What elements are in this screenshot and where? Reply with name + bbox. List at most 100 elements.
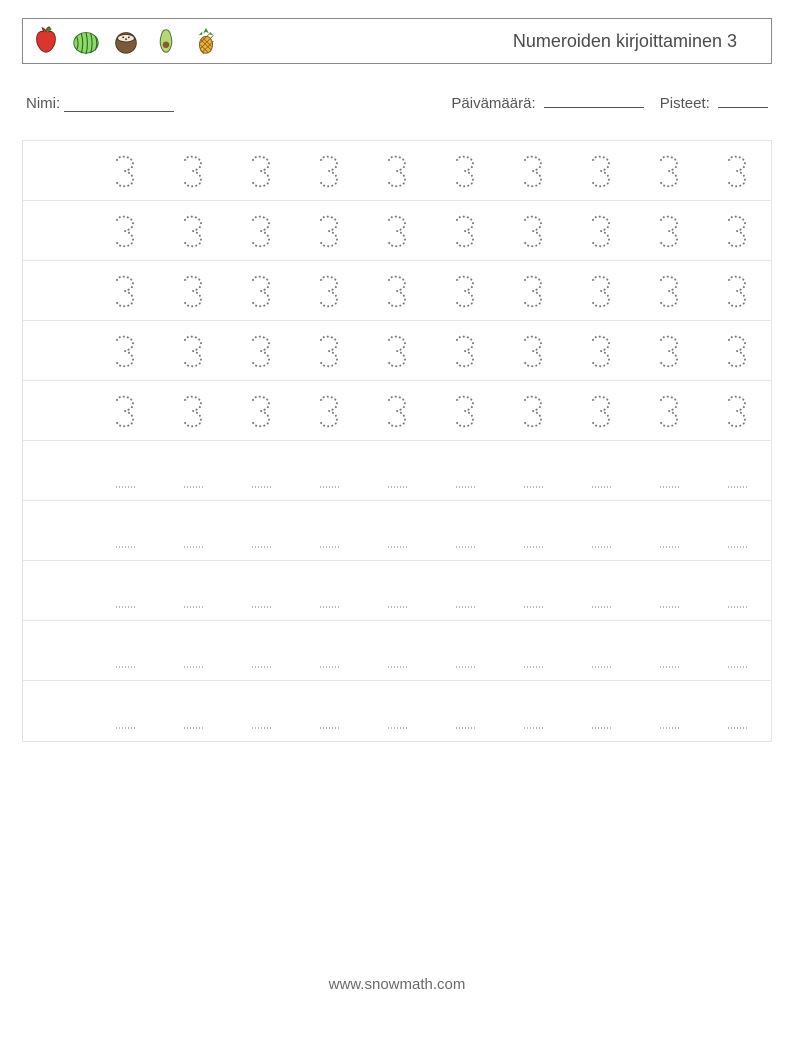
- grid-cell[interactable]: [431, 261, 499, 320]
- grid-cell[interactable]: [703, 381, 771, 440]
- grid-cell[interactable]: [567, 141, 635, 200]
- grid-cell[interactable]: [499, 621, 567, 680]
- grid-cell[interactable]: [567, 681, 635, 741]
- grid-cell[interactable]: [295, 561, 363, 620]
- grid-cell[interactable]: [227, 621, 295, 680]
- score-blank[interactable]: [718, 94, 768, 108]
- grid-cell[interactable]: [431, 381, 499, 440]
- grid-cell[interactable]: [295, 381, 363, 440]
- grid-cell[interactable]: [703, 141, 771, 200]
- grid-cell[interactable]: [567, 441, 635, 500]
- grid-cell[interactable]: [363, 321, 431, 380]
- grid-cell[interactable]: [159, 201, 227, 260]
- grid-cell[interactable]: [295, 201, 363, 260]
- grid-cell[interactable]: [499, 681, 567, 741]
- grid-cell[interactable]: [91, 381, 159, 440]
- grid-cell[interactable]: [227, 141, 295, 200]
- grid-cell[interactable]: [295, 501, 363, 560]
- grid-cell[interactable]: [363, 201, 431, 260]
- grid-cell[interactable]: [635, 381, 703, 440]
- grid-cell[interactable]: [295, 321, 363, 380]
- grid-cell[interactable]: [363, 621, 431, 680]
- grid-cell[interactable]: [363, 501, 431, 560]
- grid-cell[interactable]: [431, 321, 499, 380]
- grid-cell[interactable]: [567, 621, 635, 680]
- grid-cell[interactable]: [159, 441, 227, 500]
- grid-cell[interactable]: [431, 561, 499, 620]
- name-blank[interactable]: [64, 98, 174, 112]
- grid-cell[interactable]: [159, 681, 227, 741]
- grid-cell[interactable]: [91, 681, 159, 741]
- grid-cell[interactable]: [431, 501, 499, 560]
- grid-cell[interactable]: [91, 141, 159, 200]
- grid-cell[interactable]: [567, 501, 635, 560]
- grid-cell[interactable]: [431, 201, 499, 260]
- grid-cell[interactable]: [91, 321, 159, 380]
- grid-cell[interactable]: [499, 381, 567, 440]
- date-blank[interactable]: [544, 94, 644, 108]
- grid-cell[interactable]: [227, 381, 295, 440]
- grid-cell[interactable]: [159, 261, 227, 320]
- grid-cell[interactable]: [635, 321, 703, 380]
- grid-cell[interactable]: [635, 261, 703, 320]
- grid-cell[interactable]: [567, 201, 635, 260]
- grid-cell[interactable]: [363, 381, 431, 440]
- grid-cell[interactable]: [295, 681, 363, 741]
- grid-cell[interactable]: [363, 561, 431, 620]
- grid-cell[interactable]: [159, 381, 227, 440]
- grid-cell[interactable]: [703, 321, 771, 380]
- grid-cell[interactable]: [703, 441, 771, 500]
- grid-cell[interactable]: [431, 141, 499, 200]
- grid-cell[interactable]: [295, 441, 363, 500]
- grid-cell[interactable]: [363, 441, 431, 500]
- grid-cell[interactable]: [703, 201, 771, 260]
- grid-cell[interactable]: [499, 261, 567, 320]
- grid-cell[interactable]: [703, 501, 771, 560]
- grid-cell[interactable]: [703, 261, 771, 320]
- grid-cell[interactable]: [499, 201, 567, 260]
- grid-cell[interactable]: [227, 501, 295, 560]
- grid-cell[interactable]: [635, 621, 703, 680]
- grid-cell[interactable]: [635, 201, 703, 260]
- grid-cell[interactable]: [363, 681, 431, 741]
- grid-cell[interactable]: [227, 321, 295, 380]
- grid-cell[interactable]: [363, 141, 431, 200]
- grid-cell[interactable]: [635, 441, 703, 500]
- grid-cell[interactable]: [703, 561, 771, 620]
- grid-cell[interactable]: [635, 141, 703, 200]
- grid-cell[interactable]: [567, 261, 635, 320]
- grid-cell[interactable]: [91, 201, 159, 260]
- grid-cell[interactable]: [227, 561, 295, 620]
- grid-cell[interactable]: [91, 621, 159, 680]
- grid-cell[interactable]: [499, 441, 567, 500]
- grid-cell[interactable]: [567, 381, 635, 440]
- grid-cell[interactable]: [159, 621, 227, 680]
- grid-cell[interactable]: [635, 681, 703, 741]
- grid-cell[interactable]: [159, 561, 227, 620]
- grid-cell[interactable]: [91, 261, 159, 320]
- grid-cell[interactable]: [295, 621, 363, 680]
- grid-cell[interactable]: [227, 261, 295, 320]
- grid-cell[interactable]: [499, 141, 567, 200]
- grid-cell[interactable]: [635, 561, 703, 620]
- grid-cell[interactable]: [227, 441, 295, 500]
- grid-cell[interactable]: [703, 621, 771, 680]
- grid-cell[interactable]: [363, 261, 431, 320]
- grid-cell[interactable]: [91, 441, 159, 500]
- grid-cell[interactable]: [703, 681, 771, 741]
- grid-cell[interactable]: [295, 261, 363, 320]
- grid-cell[interactable]: [91, 501, 159, 560]
- grid-cell[interactable]: [227, 681, 295, 741]
- grid-cell[interactable]: [431, 621, 499, 680]
- grid-cell[interactable]: [159, 141, 227, 200]
- grid-cell[interactable]: [499, 561, 567, 620]
- grid-cell[interactable]: [431, 681, 499, 741]
- grid-cell[interactable]: [499, 501, 567, 560]
- grid-cell[interactable]: [499, 321, 567, 380]
- grid-cell[interactable]: [227, 201, 295, 260]
- grid-cell[interactable]: [431, 441, 499, 500]
- grid-cell[interactable]: [159, 501, 227, 560]
- grid-cell[interactable]: [295, 141, 363, 200]
- grid-cell[interactable]: [567, 561, 635, 620]
- grid-cell[interactable]: [159, 321, 227, 380]
